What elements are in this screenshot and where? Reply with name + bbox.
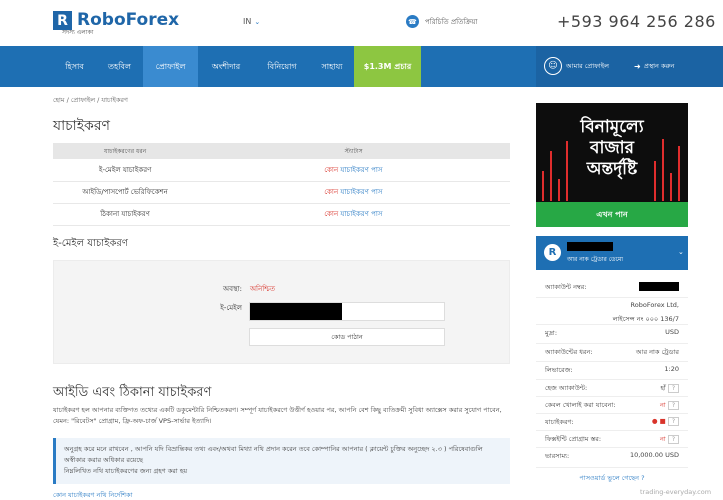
id-section-title: আইডি এবং ঠিকানা যাচাইকরণ (53, 385, 212, 400)
watermark: trading-everyday.com (640, 488, 712, 496)
account-logo-icon: R (544, 244, 561, 261)
account-row-hedge: হেজ অ্যাকাউন্ট: হাঁ? (536, 380, 688, 397)
promo-button[interactable]: $1.3M প্রচার (354, 46, 421, 87)
redacted-account-name (567, 242, 613, 251)
account-row-loyalty: ফিক্সইন্টি প্রোগ্রাম স্তর: না? (536, 431, 688, 448)
user-icon[interactable]: ☺ (544, 57, 562, 75)
table-row: আইডি/পাসপোর্ট ভেরিফিকেশন কোন যাচাইকরণ পা… (53, 181, 510, 204)
account-row-balance: ভারসাম্য: 10,000.00 USD (536, 448, 688, 468)
nav-user-area: ☺ আমার প্রোফাইল ➜ প্রস্থান করুন (536, 46, 723, 87)
breadcrumb[interactable]: হোম / প্রোফাইল / যাচাইকরণ (53, 95, 128, 106)
help-icon[interactable]: ? (667, 401, 679, 410)
table-header-type: যাচাইকরণের ধরন (53, 143, 198, 159)
page-title: যাচাইকরণ (53, 118, 110, 134)
notice-box: অনুগ্রহ করে মনে রাখবেন , আপনি যদি বিভ্রা… (53, 438, 510, 484)
verification-status-table: যাচাইকরণের ধরন স্ট্যাটাস ই-মেইল যাচাইকরণ… (53, 143, 510, 226)
documents-guide-link[interactable]: কোন যাচাইকরণ নথি নির্দেশিকা (53, 490, 132, 500)
nav-item-funds[interactable]: তহবিল (96, 46, 143, 87)
account-row-currency: মুদ্রা: USD (536, 325, 688, 344)
verification-status: কোন যাচাইকরণ পাস (197, 203, 510, 226)
account-type-label: আর নাক ট্রেডার ডেমো (567, 256, 624, 263)
nav-item-partner[interactable]: অংশীদার (198, 46, 254, 87)
language-selector[interactable]: IN ⌄ (243, 17, 260, 26)
my-profile-link[interactable]: আমার প্রোফাইল (566, 46, 609, 87)
table-row: ঠিকানা যাচাইকরণ কোন যাচাইকরণ পাস (53, 203, 510, 226)
logo-subtitle: সদস্য এলাকা (62, 29, 94, 36)
table-header-status: স্ট্যাটাস (197, 143, 510, 159)
account-row-open: কেবল খোলাই করা যাবেনা: না? (536, 397, 688, 414)
account-row-verification: যাচাইকরণ: ● ■? (536, 414, 688, 431)
email-label: ই-মেইল (220, 304, 242, 312)
contact-label: পরিচিতি প্রতিক্রিয়া (425, 17, 478, 26)
get-now-button[interactable]: এখন পান (536, 202, 688, 227)
table-row: ই-মেইল যাচাইকরণ কোন যাচাইকরণ পাস (53, 159, 510, 182)
nav-item-help[interactable]: সাহায্য (310, 46, 354, 87)
contact-link[interactable]: ☎ পরিচিতি প্রতিক্রিয়া (406, 15, 477, 28)
help-icon[interactable]: ? (667, 435, 679, 444)
verification-status: কোন যাচাইকরণ পাস (197, 159, 510, 182)
banner-headline: বিনামূল্যে বাজার অন্তর্দৃষ্টি (580, 117, 644, 179)
market-insight-banner[interactable]: বিনামূল্যে বাজার অন্তর্দৃষ্টি এখন পান (536, 103, 688, 227)
send-code-button[interactable]: কোড পাঠান (249, 328, 445, 346)
phone-number[interactable]: +593 964 256 286 (557, 12, 716, 31)
chevron-down-icon: ⌄ (254, 18, 261, 26)
exit-icon[interactable]: ➜ (634, 46, 641, 87)
verification-type: ঠিকানা যাচাইকরণ (53, 203, 198, 226)
status-value: অনিশ্চিত (250, 285, 276, 293)
main-nav: হিসাব তহবিল প্রোফাইল অংশীদার বিনিয়োগ সা… (0, 46, 723, 87)
redacted-account-number (639, 282, 679, 291)
account-header[interactable]: R আর নাক ট্রেডার ডেমো ⌄ (536, 236, 688, 270)
account-row-type: অ্যাকাউন্টের ধরন: আর নাক ট্রেডার (536, 344, 688, 362)
status-label: অবস্থা: (223, 285, 242, 293)
verification-type: ই-মেইল যাচাইকরণ (53, 159, 198, 182)
email-field[interactable] (249, 302, 445, 321)
logout-link[interactable]: প্রস্থান করুন (644, 46, 674, 87)
account-row-license: লাইসেন্স নং ০০০ 136/7 (536, 311, 688, 325)
verification-status: কোন যাচাইকরণ পাস (197, 181, 510, 204)
chevron-down-icon[interactable]: ⌄ (678, 248, 684, 256)
id-section-description: যাচাইকরণ হল আপনার ব্যক্তিগত তথ্যের একটি … (53, 406, 502, 425)
phone-icon: ☎ (406, 15, 419, 28)
email-section-title: ই-মেইল যাচাইকরণ (53, 238, 128, 249)
language-label: IN (243, 17, 252, 26)
id-icon: ● ■ (651, 417, 666, 425)
top-header: R RoboForex সদস্য এলাকা IN ⌄ ☎ পরিচিতি প্… (0, 0, 723, 46)
account-row-number: অ্যাকাউন্ট নম্বর: (536, 279, 688, 298)
nav-item-invest[interactable]: বিনিয়োগ (254, 46, 310, 87)
email-verification-box: অবস্থা: অনিশ্চিত ই-মেইল কোড পাঠান (53, 260, 510, 364)
forgot-password-link[interactable]: পাসওয়ার্ড ভুলে গেছেন ? (536, 473, 688, 484)
verification-type: আইডি/পাসপোর্ট ভেরিফিকেশন (53, 181, 198, 204)
redacted-email (250, 303, 342, 320)
notice-documents-text: নিম্নলিখিত নথি যাচাইকরণের জন্য গ্রহণ করা… (64, 467, 188, 475)
help-icon[interactable]: ? (667, 384, 679, 393)
help-icon[interactable]: ? (667, 417, 679, 426)
nav-item-profile[interactable]: প্রোফাইল (143, 46, 198, 87)
notice-text: অনুগ্রহ করে মনে রাখবেন , আপনি যদি বিভ্রা… (64, 445, 483, 464)
nav-item-accounts[interactable]: হিসাব (53, 46, 96, 87)
account-row-leverage: লিভারেজ: 1:20 (536, 362, 688, 380)
